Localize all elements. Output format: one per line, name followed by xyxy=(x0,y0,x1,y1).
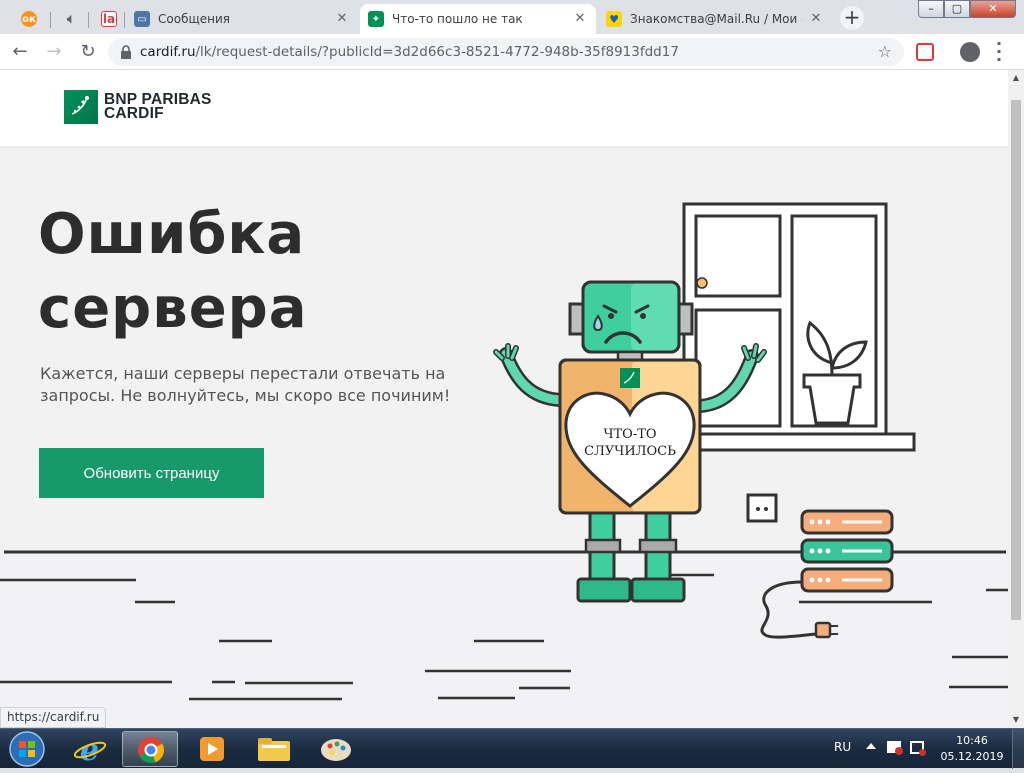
scrollbar-thumb[interactable] xyxy=(1011,100,1021,620)
heart-caption-line1: ЧТО-ТО xyxy=(603,427,657,442)
tab-separator xyxy=(88,12,89,28)
media-player-icon xyxy=(200,737,224,761)
new-tab-button[interactable]: + xyxy=(840,6,864,30)
taskbar-media-player[interactable] xyxy=(184,731,240,767)
tab-strip: ок 🔈︎ la ▭ Сообщения ✕ ✦ Что-то пошло не… xyxy=(0,0,1024,34)
url-path: /lk/request-details/?publicId=3d2d66c3-8… xyxy=(195,44,679,60)
start-button[interactable] xyxy=(4,729,52,769)
clock-time: 10:46 xyxy=(956,734,988,747)
maximize-button[interactable]: ▢ xyxy=(944,0,970,18)
messages-icon: ▭ xyxy=(134,11,150,27)
close-window-button[interactable]: ✕ xyxy=(970,0,1016,18)
taskbar-file-explorer[interactable] xyxy=(246,731,302,767)
broken-robot-illustration xyxy=(0,202,1008,728)
page-scrollbar[interactable]: ▲ ▼ xyxy=(1008,70,1024,728)
internet-explorer-icon: e xyxy=(73,733,107,768)
la-icon: la xyxy=(101,11,117,27)
svg-text:e: e xyxy=(80,733,99,767)
tab-pinned-la[interactable]: la xyxy=(90,4,128,34)
tab-title: Что-то пошло не так xyxy=(392,12,523,26)
window-illustration xyxy=(666,202,916,452)
tab-separator xyxy=(124,12,125,28)
folder-icon xyxy=(258,738,290,761)
heart-caption-line2: СЛУЧИЛОСЬ xyxy=(584,444,676,459)
tab-messages[interactable]: ▭ Сообщения ✕ xyxy=(126,4,358,34)
heart-caption: ЧТО-ТО СЛУЧИЛОСЬ xyxy=(566,426,694,460)
show-desktop-button[interactable] xyxy=(1012,729,1024,769)
scroll-down-arrow-icon[interactable]: ▼ xyxy=(1008,712,1024,728)
odnoklassniki-icon: ок xyxy=(21,11,37,27)
taskbar-paint[interactable] xyxy=(308,731,364,767)
chrome-icon xyxy=(138,737,165,764)
reload-button[interactable]: ↻ xyxy=(76,40,100,64)
action-center-flag-icon[interactable] xyxy=(887,741,903,755)
taskbar-chrome[interactable] xyxy=(122,731,178,767)
minimize-button[interactable]: – xyxy=(918,0,944,18)
page-content: BNP PARIBAS CARDIF Ошибка сервера Кажетс… xyxy=(0,70,1008,728)
tab-title: Знакомства@Mail.Ru / Мои сос xyxy=(630,12,802,26)
bookmark-star-icon[interactable]: ☆ xyxy=(878,42,892,61)
close-icon[interactable]: ✕ xyxy=(808,11,824,27)
close-icon[interactable]: ✕ xyxy=(572,11,588,27)
status-url-bubble: https://cardif.ru xyxy=(0,707,107,728)
tray-show-hidden-icon[interactable] xyxy=(866,743,876,749)
windows-taskbar: e RU 10:46 05.12.2019 xyxy=(0,728,1024,769)
forward-button[interactable]: → xyxy=(42,40,66,64)
system-clock[interactable]: 10:46 05.12.2019 xyxy=(940,733,1004,765)
network-icon[interactable] xyxy=(910,741,926,756)
address-bar[interactable]: cardif.ru/lk/request-details/?publicId=3… xyxy=(108,38,904,66)
tab-separator xyxy=(50,12,51,28)
power-socket-icon xyxy=(746,493,778,523)
clock-date: 05.12.2019 xyxy=(940,750,1004,763)
tab-mail-ru-dating[interactable]: ♥ Знакомства@Mail.Ru / Мои сос ✕ xyxy=(598,4,832,34)
tab-active-error[interactable]: ✦ Что-то пошло не так ✕ xyxy=(360,4,596,34)
menu-dots-icon[interactable]: · · · xyxy=(996,36,1002,68)
bnp-paribas-icon: ✦ xyxy=(368,11,384,27)
heart-icon: ♥ xyxy=(606,11,622,27)
extension-icon[interactable] xyxy=(916,43,934,61)
tab-pinned-audio[interactable]: 🔈︎ xyxy=(52,4,90,34)
scroll-up-arrow-icon[interactable]: ▲ xyxy=(1008,70,1024,86)
tab-title: Сообщения xyxy=(158,12,231,26)
back-button[interactable]: ← xyxy=(8,40,32,64)
audio-icon: 🔈︎ xyxy=(67,11,75,27)
paint-palette-icon xyxy=(321,739,351,761)
browser-toolbar: ← → ↻ cardif.ru/lk/request-details/?publ… xyxy=(0,34,1024,70)
url-host: cardif.ru xyxy=(140,44,196,60)
language-indicator[interactable]: RU xyxy=(834,740,851,754)
tab-pinned-odnoklassniki[interactable]: ок xyxy=(10,4,48,34)
taskbar-internet-explorer[interactable]: e xyxy=(62,731,118,768)
profile-avatar-icon[interactable] xyxy=(960,42,980,62)
close-icon[interactable]: ✕ xyxy=(334,11,350,27)
lock-icon xyxy=(120,45,132,59)
